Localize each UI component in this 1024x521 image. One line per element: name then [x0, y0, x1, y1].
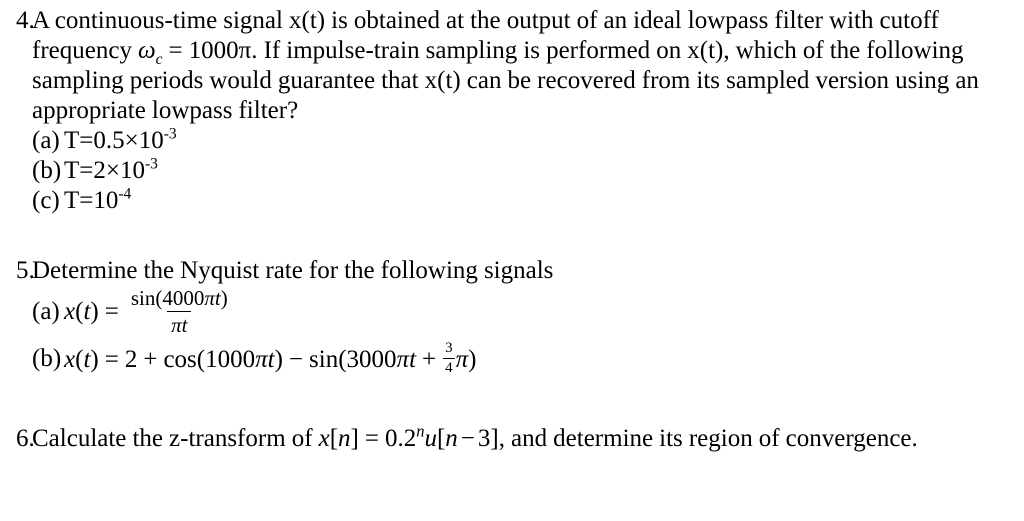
problem-6-body: Calculate the z-transform of x[n] = 0.2nu[…: [32, 423, 1024, 454]
option-4a-content: T=0.5×10-3: [64, 126, 1024, 156]
problem-6-stem-part2: , and determine its region of: [498, 425, 780, 452]
eq5b-sin-pi: π: [396, 345, 410, 373]
problem-6-number: 6.: [16, 425, 35, 452]
eq5b-frac-numerator: 3: [445, 340, 453, 357]
equals-sign: =: [168, 37, 183, 64]
eq5b-cos-close: ): [274, 345, 283, 373]
problem-5-number: 5.: [16, 257, 35, 284]
eq6-u-minus: −: [460, 425, 475, 452]
problem-4-number: 4.: [16, 7, 35, 34]
spacer-5-6: [0, 380, 1024, 424]
option-5b-content: x(t) = 2 + cos(1000 π t) − sin(3000 π t + 3 …: [64, 340, 1024, 377]
equation-5b: x(t) = 2 + cos(1000 π t) − sin(3000 π t + 3 …: [64, 340, 477, 377]
problem-5-stem: Determine the Nyquist rate for the follo…: [32, 257, 554, 284]
eq5a-lhs-open: (: [75, 298, 84, 325]
eq5b-frac-denominator: 4: [443, 358, 455, 376]
eq5b-sin-coeff: 3000: [346, 345, 397, 373]
option-4a-label: (a): [32, 127, 60, 154]
eq5b-cos-pi: π: [255, 345, 268, 373]
option-4b: (b) T=2×10-3: [32, 156, 1024, 186]
eq6-u-var: n: [445, 425, 458, 452]
eq5b-cos-var: t: [267, 345, 275, 373]
omega-symbol: ω: [138, 37, 156, 64]
eq6-u-shift: 3: [477, 425, 491, 452]
eq5a-num-coeff: 4000: [162, 286, 205, 311]
eq5b-sin-close: ): [468, 345, 477, 373]
eq5b-lhs-open: (: [75, 345, 84, 373]
option-4a-exponent: -3: [163, 125, 177, 143]
eq6-base: 0.2: [384, 425, 417, 452]
problem-5: 5. Determine the Nyquist rate for the fo…: [0, 256, 1024, 380]
option-4c: (c) T=10-4: [32, 186, 1024, 216]
problem-5-options: (a) x(t) = sin(4000πt) πt (b) x (t) = …: [32, 286, 1024, 380]
eq5a-lhs-close: ): [90, 298, 99, 325]
option-4c-text: T=10: [64, 187, 119, 214]
eq5a-lhs-arg: t: [83, 298, 91, 325]
eq5b-lhs-arg: t: [83, 345, 91, 373]
problem-6-stem-part1: Calculate the z-transform of: [32, 425, 319, 452]
eq5b-minus: −: [288, 345, 304, 373]
eq6-equals: =: [364, 425, 379, 452]
eq5a-equals: =: [104, 298, 119, 325]
eq6-u-bracket-close: ]: [490, 425, 499, 452]
worksheet-page: 4. A continuous-time signal x(t) is obta…: [0, 6, 1024, 521]
eq5a-lhs-var: x: [64, 298, 76, 325]
problem-4-options: (a) T=0.5×10-3 (b) T=2×10-3 (c) T=10-4: [32, 126, 1024, 216]
eq5b-phase-pi: π: [455, 345, 469, 373]
eq5b-sin-fn: sin: [309, 345, 339, 373]
eq5b-lhs-var: x: [64, 345, 76, 373]
equation-5a: x(t) = sin(4000πt) πt: [64, 287, 234, 335]
option-5a-content: x(t) = sin(4000πt) πt: [64, 286, 1024, 338]
option-5b-label: (b): [32, 345, 62, 372]
option-4c-label: (c): [32, 187, 60, 214]
eq5a-den-pi: π: [171, 312, 182, 337]
eq6-bracket-close: ]: [350, 425, 359, 452]
problem-6: 6. Calculate the z-transform of x[n] = 0.2…: [0, 423, 1024, 454]
option-4a-text: T=0.5×10: [64, 127, 164, 154]
problem-5-body: Determine the Nyquist rate for the follo…: [32, 256, 1024, 380]
eq5b-lhs-close: ): [90, 345, 99, 373]
eq5b-cos-open: (: [196, 345, 206, 373]
eq6-var-n: n: [338, 425, 351, 452]
eq6-var-u: u: [424, 425, 437, 452]
spacer-4-5: [0, 216, 1024, 256]
eq6-bracket-open: [: [329, 425, 339, 452]
option-4b-content: T=2×10-3: [64, 156, 1024, 186]
option-4a: (a) T=0.5×10-3: [32, 126, 1024, 156]
problem-4-body: A continuous-time signal x(t) is obtaine…: [32, 6, 1024, 216]
eq5b-constant: 2: [124, 345, 138, 373]
eq5a-fraction: sin(4000πt) πt: [127, 287, 232, 335]
eq5b-cos-fn: cos: [163, 345, 197, 373]
option-4b-exponent: -3: [144, 155, 158, 173]
option-4c-content: T=10-4: [64, 186, 1024, 216]
eq6-var-x: x: [318, 425, 330, 452]
problem-4: 4. A continuous-time signal x(t) is obta…: [0, 6, 1024, 216]
cutoff-value: 1000π: [188, 37, 252, 64]
eq5a-num-pi: π: [204, 286, 215, 311]
eq5b-sin-plus: +: [422, 345, 437, 373]
option-5a: (a) x(t) = sin(4000πt) πt: [32, 286, 1024, 338]
problem-4-stem: A continuous-time signal x(t) is obtaine…: [32, 6, 982, 126]
eq5b-sin-var: t: [409, 345, 417, 373]
eq5b-cos-coeff: 1000: [205, 345, 256, 373]
problem-6-stem: Calculate the z-transform of x[n] = 0.2nu[…: [32, 423, 957, 454]
eq5b-phase-fraction: 3 4: [443, 340, 455, 377]
eq5a-num-close: ): [220, 286, 228, 311]
option-4c-exponent: -4: [118, 185, 132, 203]
option-4b-label: (b): [32, 157, 62, 184]
eq5a-den-var: t: [181, 312, 188, 337]
problem-6-stem-part3: convergence.: [785, 425, 918, 452]
eq5a-sin-fn: sin: [130, 286, 156, 311]
omega-subscript: c: [155, 51, 163, 68]
eq5b-equals: =: [104, 345, 119, 373]
option-4b-text: T=2×10: [64, 157, 145, 184]
eq5b-sin-open: (: [338, 345, 347, 373]
option-5a-label: (a): [32, 298, 60, 325]
option-5b: (b) x(t) = 2 + cos(1000 π t) − sin(3000 π t …: [32, 338, 1024, 380]
eq5b-plus: +: [143, 345, 158, 373]
eq5a-denominator: πt: [167, 310, 192, 337]
eq5a-numerator: sin(4000πt): [127, 287, 232, 310]
